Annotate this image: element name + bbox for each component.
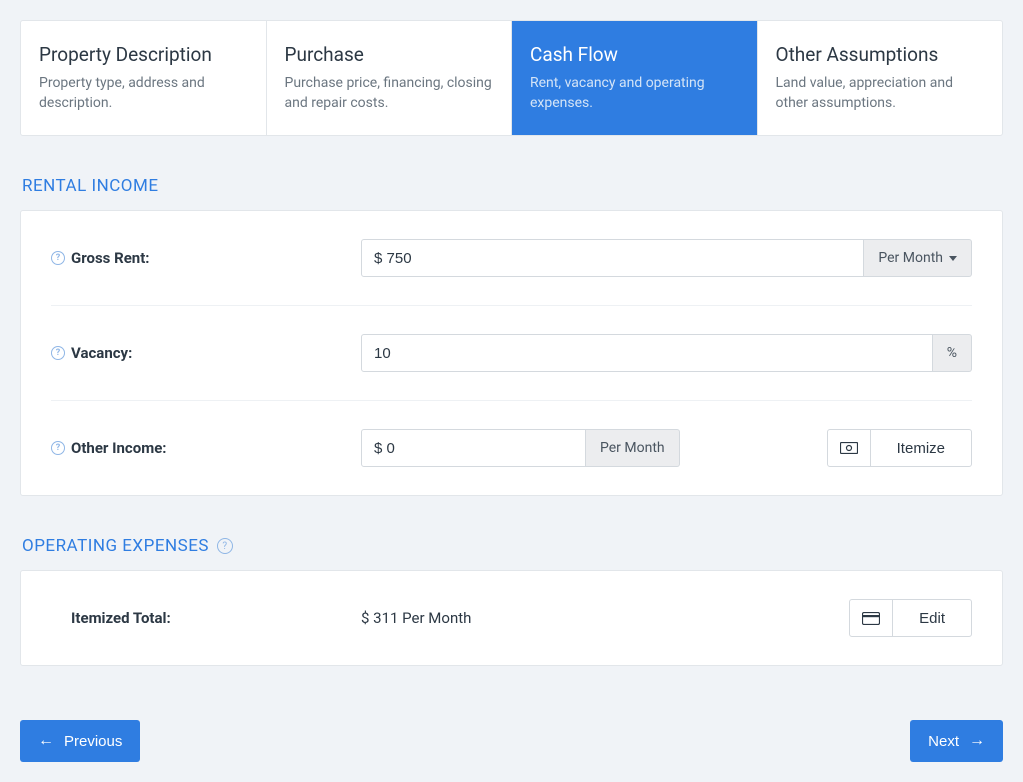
input-col: Per Month bbox=[361, 239, 972, 277]
itemized-total-label: Itemized Total: bbox=[71, 609, 171, 627]
caret-down-icon bbox=[949, 256, 957, 261]
tab-title: Property Description bbox=[39, 43, 248, 66]
section-header-rental-income: RENTAL INCOME bbox=[22, 176, 1003, 196]
help-icon[interactable]: ? bbox=[51, 441, 65, 455]
cash-icon bbox=[828, 430, 871, 466]
credit-card-icon bbox=[850, 600, 893, 636]
edit-label: Edit bbox=[893, 610, 971, 627]
period-label: Per Month bbox=[878, 250, 943, 266]
vacancy-input[interactable] bbox=[361, 334, 933, 372]
row-other-income: ? Other Income: Per Month Itemize bbox=[51, 401, 972, 495]
tab-desc: Property type, address and description. bbox=[39, 74, 248, 113]
vacancy-label: Vacancy: bbox=[71, 344, 132, 362]
edit-button[interactable]: Edit bbox=[849, 599, 972, 637]
rental-income-card: ? Gross Rent: Per Month ? Vacancy: bbox=[20, 210, 1003, 496]
label-col: ? Other Income: bbox=[51, 439, 361, 457]
other-income-period: Per Month bbox=[586, 429, 680, 467]
period-label: Per Month bbox=[600, 440, 665, 456]
arrow-right-icon: → bbox=[969, 733, 985, 749]
gross-rent-input[interactable] bbox=[361, 239, 864, 277]
operating-expenses-card: Itemized Total: $ 311 Per Month Edit bbox=[20, 570, 1003, 666]
tab-desc: Land value, appreciation and other assum… bbox=[776, 74, 985, 113]
row-itemized-total: Itemized Total: $ 311 Per Month Edit bbox=[51, 571, 972, 665]
vacancy-unit: % bbox=[933, 334, 972, 372]
prev-label: Previous bbox=[64, 733, 122, 750]
help-icon[interactable]: ? bbox=[51, 251, 65, 265]
gross-rent-label: Gross Rent: bbox=[71, 249, 150, 267]
tab-title: Cash Flow bbox=[530, 43, 739, 66]
row-vacancy: ? Vacancy: % bbox=[51, 306, 972, 401]
next-label: Next bbox=[928, 733, 959, 750]
page-container: Property Description Property type, addr… bbox=[0, 0, 1023, 782]
help-icon[interactable]: ? bbox=[51, 346, 65, 360]
tab-desc: Rent, vacancy and operating expenses. bbox=[530, 74, 739, 113]
section-title: OPERATING EXPENSES bbox=[22, 536, 209, 556]
tab-purchase[interactable]: Purchase Purchase price, financing, clos… bbox=[267, 21, 513, 135]
label-col: ? Vacancy: bbox=[51, 344, 361, 362]
next-button[interactable]: Next → bbox=[910, 720, 1003, 762]
label-col: Itemized Total: bbox=[51, 609, 361, 627]
gross-rent-period-dropdown[interactable]: Per Month bbox=[864, 239, 972, 277]
tab-cash-flow[interactable]: Cash Flow Rent, vacancy and operating ex… bbox=[512, 21, 758, 135]
arrow-left-icon: ← bbox=[38, 733, 54, 749]
tab-title: Other Assumptions bbox=[776, 43, 985, 66]
input-col: % bbox=[361, 334, 972, 372]
other-income-label: Other Income: bbox=[71, 439, 167, 457]
tab-title: Purchase bbox=[285, 43, 494, 66]
itemize-label: Itemize bbox=[871, 440, 971, 457]
footer-nav: ← Previous Next → bbox=[20, 720, 1003, 762]
value-col: $ 311 Per Month Edit bbox=[361, 599, 972, 637]
tab-property-description[interactable]: Property Description Property type, addr… bbox=[21, 21, 267, 135]
tab-other-assumptions[interactable]: Other Assumptions Land value, appreciati… bbox=[758, 21, 1003, 135]
unit-label: % bbox=[947, 345, 957, 361]
itemize-button[interactable]: Itemize bbox=[827, 429, 972, 467]
tab-desc: Purchase price, financing, closing and r… bbox=[285, 74, 494, 113]
input-col: Per Month Itemize bbox=[361, 429, 972, 467]
other-income-input[interactable] bbox=[361, 429, 586, 467]
section-title: RENTAL INCOME bbox=[22, 176, 159, 196]
section-header-operating-expenses: OPERATING EXPENSES ? bbox=[22, 536, 1003, 556]
help-icon[interactable]: ? bbox=[217, 538, 233, 554]
itemized-total-value: $ 311 Per Month bbox=[361, 609, 471, 627]
label-col: ? Gross Rent: bbox=[51, 249, 361, 267]
wizard-tabs: Property Description Property type, addr… bbox=[20, 20, 1003, 136]
previous-button[interactable]: ← Previous bbox=[20, 720, 140, 762]
row-gross-rent: ? Gross Rent: Per Month bbox=[51, 211, 972, 306]
